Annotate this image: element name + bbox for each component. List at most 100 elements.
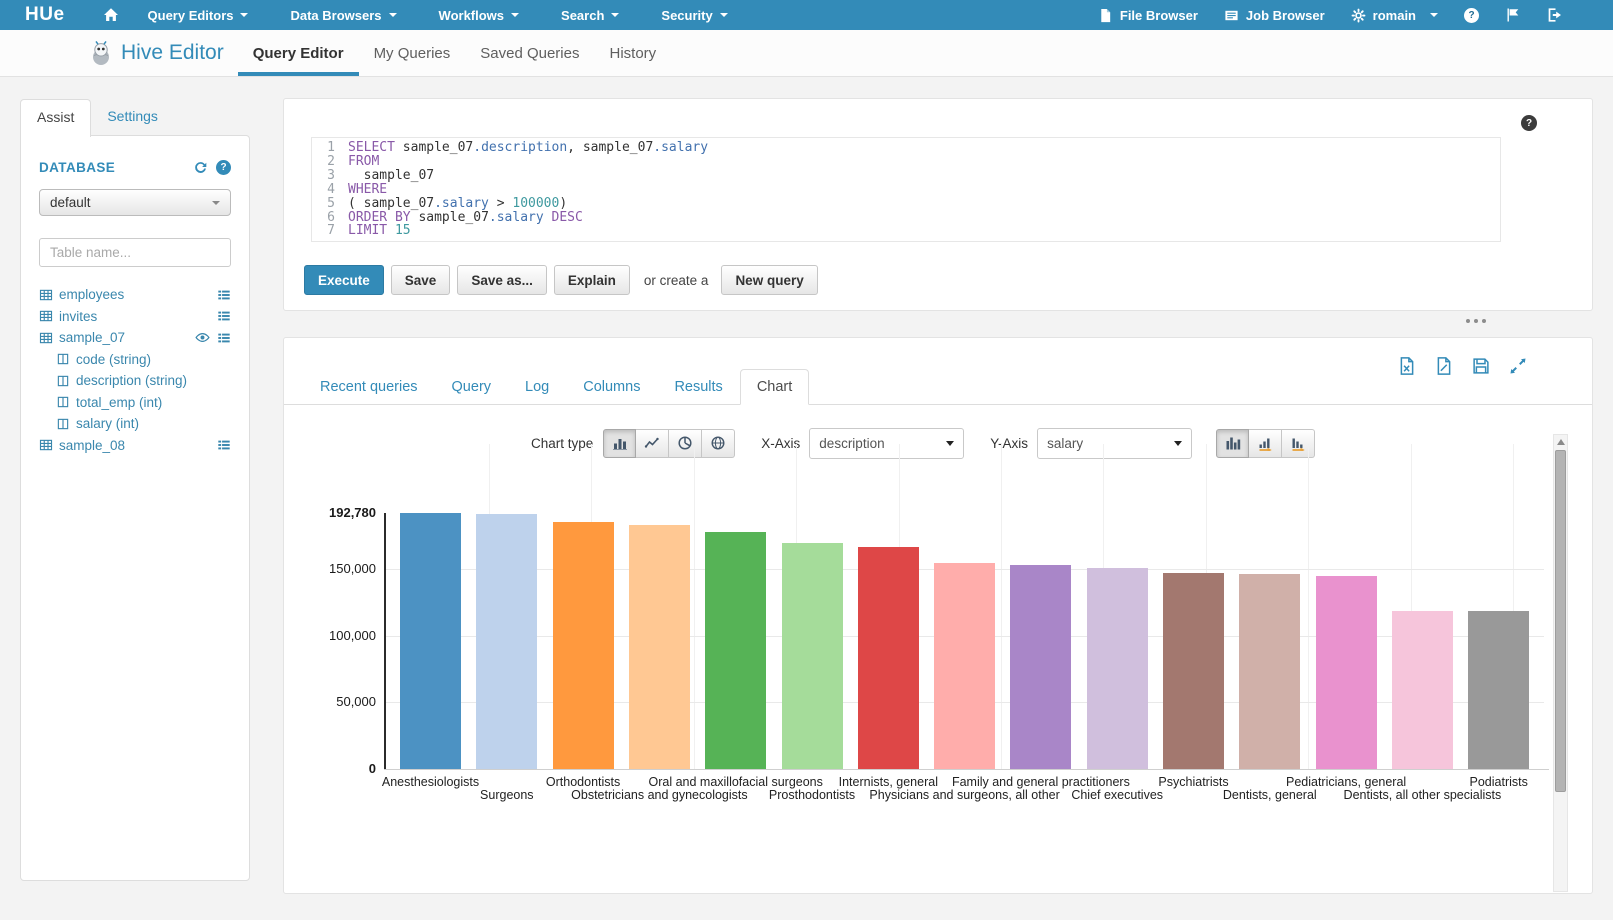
save-button[interactable]: Save: [391, 265, 451, 295]
database-help-icon[interactable]: ?: [216, 160, 231, 175]
column-item-total-emp-int[interactable]: total_emp (int): [39, 392, 231, 414]
main-menus: Query EditorsData BrowsersWorkflowsSearc…: [127, 0, 749, 30]
column-item-description-string[interactable]: description (string): [39, 370, 231, 392]
y-tick-label: 0: [369, 762, 376, 776]
app-title[interactable]: Hive Editor: [121, 41, 224, 65]
table-item-sample-07[interactable]: sample_07: [39, 327, 231, 349]
save-as-button[interactable]: Save as...: [457, 265, 547, 295]
table-detail-icon[interactable]: [217, 331, 231, 345]
app-tab-query-editor[interactable]: Query Editor: [238, 30, 359, 76]
file-browser-link[interactable]: File Browser: [1098, 8, 1198, 23]
results-tab-recent-queries[interactable]: Recent queries: [303, 369, 435, 405]
table-filter-input[interactable]: [39, 238, 231, 267]
tab-settings[interactable]: Settings: [91, 99, 174, 136]
database-selected-value: default: [50, 195, 91, 210]
chart-gridline: [1001, 444, 1002, 769]
results-tab-chart[interactable]: Chart: [740, 369, 809, 405]
table-icon: [39, 331, 53, 345]
editor-help-icon[interactable]: ?: [1521, 115, 1537, 131]
top-navbar: HUe Query EditorsData BrowsersWorkflowsS…: [0, 0, 1613, 30]
tab-assist[interactable]: Assist: [20, 99, 91, 137]
refresh-icon[interactable]: [193, 160, 208, 175]
database-select[interactable]: default: [39, 189, 231, 216]
sql-line: SELECT sample_07.description, sample_07.…: [348, 141, 708, 155]
chart-bar-family-and-general-practitioners: [1010, 565, 1071, 769]
nav-menu-query-editors[interactable]: Query Editors: [127, 0, 270, 30]
table-name: sample_08: [59, 438, 125, 453]
chart-bar-pediatricians-general: [1316, 576, 1377, 769]
table-name: sample_07: [59, 330, 125, 345]
scroll-up-icon[interactable]: [1557, 439, 1565, 445]
results-tab-log[interactable]: Log: [508, 369, 566, 405]
results-tab-columns[interactable]: Columns: [566, 369, 657, 405]
help-icon[interactable]: ?: [1464, 8, 1479, 23]
chart-gridline: [694, 444, 695, 769]
execute-button[interactable]: Execute: [304, 265, 384, 295]
job-list-icon: [1224, 8, 1239, 23]
results-tab-query[interactable]: Query: [435, 369, 509, 405]
sql-line: LIMIT 15: [348, 224, 708, 238]
results-tab-results[interactable]: Results: [657, 369, 739, 405]
app-tab-saved-queries[interactable]: Saved Queries: [465, 30, 594, 76]
table-name: invites: [59, 309, 97, 324]
user-menu[interactable]: romain: [1351, 8, 1438, 23]
download-csv-icon[interactable]: [1434, 356, 1454, 376]
x-category-label: Surgeons: [480, 788, 534, 802]
job-browser-link[interactable]: Job Browser: [1224, 8, 1325, 23]
column-item-code-string[interactable]: code (string): [39, 349, 231, 371]
line-number-gutter: 1234567: [312, 141, 342, 241]
chevron-down-icon: [240, 13, 248, 17]
table-detail-icon[interactable]: [217, 309, 231, 323]
app-tab-history[interactable]: History: [594, 30, 671, 76]
sign-out-icon[interactable]: [1547, 7, 1563, 23]
chart-bar-dentists-general: [1239, 574, 1300, 769]
explain-button[interactable]: Explain: [554, 265, 630, 295]
file-browser-label: File Browser: [1120, 8, 1198, 23]
chart-bar-orthodontists: [553, 522, 614, 769]
line-number: 3: [312, 169, 335, 183]
sql-code-editor[interactable]: 1234567 SELECT sample_07.description, sa…: [311, 137, 1501, 242]
hive-logo-icon[interactable]: [88, 40, 114, 66]
home-icon[interactable]: [103, 7, 119, 23]
sql-line: ( sample_07.salary > 100000): [348, 197, 708, 211]
download-xls-icon[interactable]: [1397, 356, 1417, 376]
chart-gridline: [1308, 444, 1309, 769]
table-item-employees[interactable]: employees: [39, 284, 231, 306]
chart-bar-psychiatrists: [1163, 573, 1224, 769]
line-number: 5: [312, 197, 335, 211]
expand-icon[interactable]: [1508, 356, 1528, 376]
scrollbar-thumb[interactable]: [1555, 450, 1566, 792]
eye-icon[interactable]: [195, 330, 210, 345]
table-item-invites[interactable]: invites: [39, 306, 231, 328]
table-item-sample-08[interactable]: sample_08: [39, 435, 231, 457]
sql-line: sample_07: [348, 169, 708, 183]
column-name: description (string): [76, 373, 187, 388]
chart-scrollbar[interactable]: [1553, 434, 1568, 892]
nav-menu-workflows[interactable]: Workflows: [418, 0, 541, 30]
x-category-label: Pediatricians, general: [1286, 775, 1406, 789]
nav-menu-search[interactable]: Search: [540, 0, 640, 30]
app-tab-my-queries[interactable]: My Queries: [359, 30, 466, 76]
table-item-actions: [217, 288, 231, 302]
table-icon: [39, 288, 53, 302]
flag-icon[interactable]: [1505, 7, 1521, 23]
table-icon: [39, 438, 53, 452]
line-number: 4: [312, 183, 335, 197]
x-category-label: Anesthesiologists: [382, 775, 479, 789]
panel-resize-handle[interactable]: [1466, 319, 1486, 323]
nav-menu-security[interactable]: Security: [640, 0, 748, 30]
save-results-icon[interactable]: [1471, 356, 1491, 376]
results-panel: Recent queriesQueryLogColumnsResultsChar…: [283, 337, 1593, 894]
editor-actions: Execute Save Save as... Explain or creat…: [304, 265, 825, 295]
column-item-salary-int[interactable]: salary (int): [39, 413, 231, 435]
hue-logo[interactable]: HUe: [25, 4, 65, 26]
table-detail-icon[interactable]: [217, 288, 231, 302]
column-name: total_emp (int): [76, 395, 162, 410]
line-number: 7: [312, 224, 335, 238]
x-category-label: Podiatrists: [1470, 775, 1528, 789]
query-editor-panel: ? 1234567 SELECT sample_07.description, …: [283, 98, 1593, 311]
new-query-button[interactable]: New query: [721, 265, 817, 295]
column-icon: [56, 417, 70, 431]
nav-menu-data-browsers[interactable]: Data Browsers: [269, 0, 417, 30]
table-detail-icon[interactable]: [217, 438, 231, 452]
